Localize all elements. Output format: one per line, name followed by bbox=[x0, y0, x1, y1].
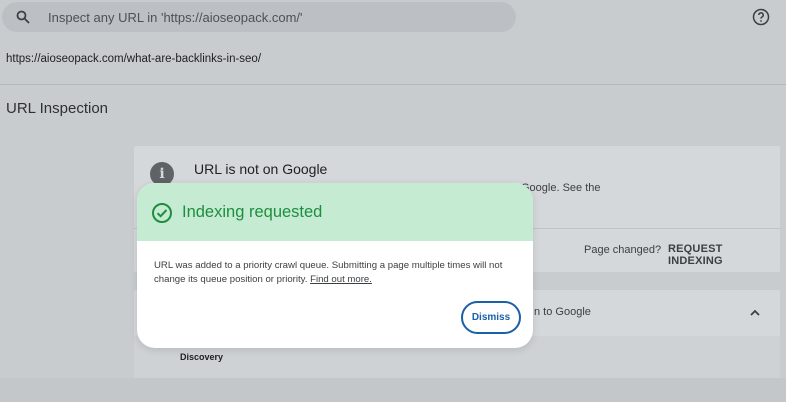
search-bar[interactable]: Inspect any URL in 'https://aioseopack.c… bbox=[2, 2, 516, 32]
inspected-url: https://aioseopack.com/what-are-backlink… bbox=[6, 53, 262, 65]
chevron-up-icon[interactable] bbox=[748, 306, 762, 320]
dismiss-button[interactable]: Dismiss bbox=[461, 301, 521, 334]
top-bar: Inspect any URL in 'https://aioseopack.c… bbox=[0, 0, 786, 40]
request-indexing-button[interactable]: REQUEST INDEXING bbox=[668, 243, 780, 267]
bottom-strip bbox=[0, 378, 786, 402]
dialog-title: Indexing requested bbox=[182, 203, 323, 221]
discovery-label: Discovery bbox=[180, 352, 224, 362]
search-input[interactable]: Inspect any URL in 'https://aioseopack.c… bbox=[48, 10, 303, 25]
page-changed-label: Page changed? bbox=[584, 244, 662, 256]
page-title: URL Inspection bbox=[6, 100, 108, 117]
dialog-message: URL was added to a priority crawl queue.… bbox=[154, 259, 524, 287]
status-heading: URL is not on Google bbox=[194, 161, 328, 177]
divider bbox=[0, 84, 786, 85]
find-out-more-link[interactable]: Find out more. bbox=[310, 274, 372, 285]
indexing-requested-dialog: Indexing requested URL was added to a pr… bbox=[137, 183, 533, 348]
help-icon[interactable] bbox=[752, 8, 770, 26]
details-title: n to Google bbox=[534, 306, 591, 318]
check-circle-icon bbox=[151, 202, 173, 224]
search-icon[interactable] bbox=[14, 8, 32, 26]
